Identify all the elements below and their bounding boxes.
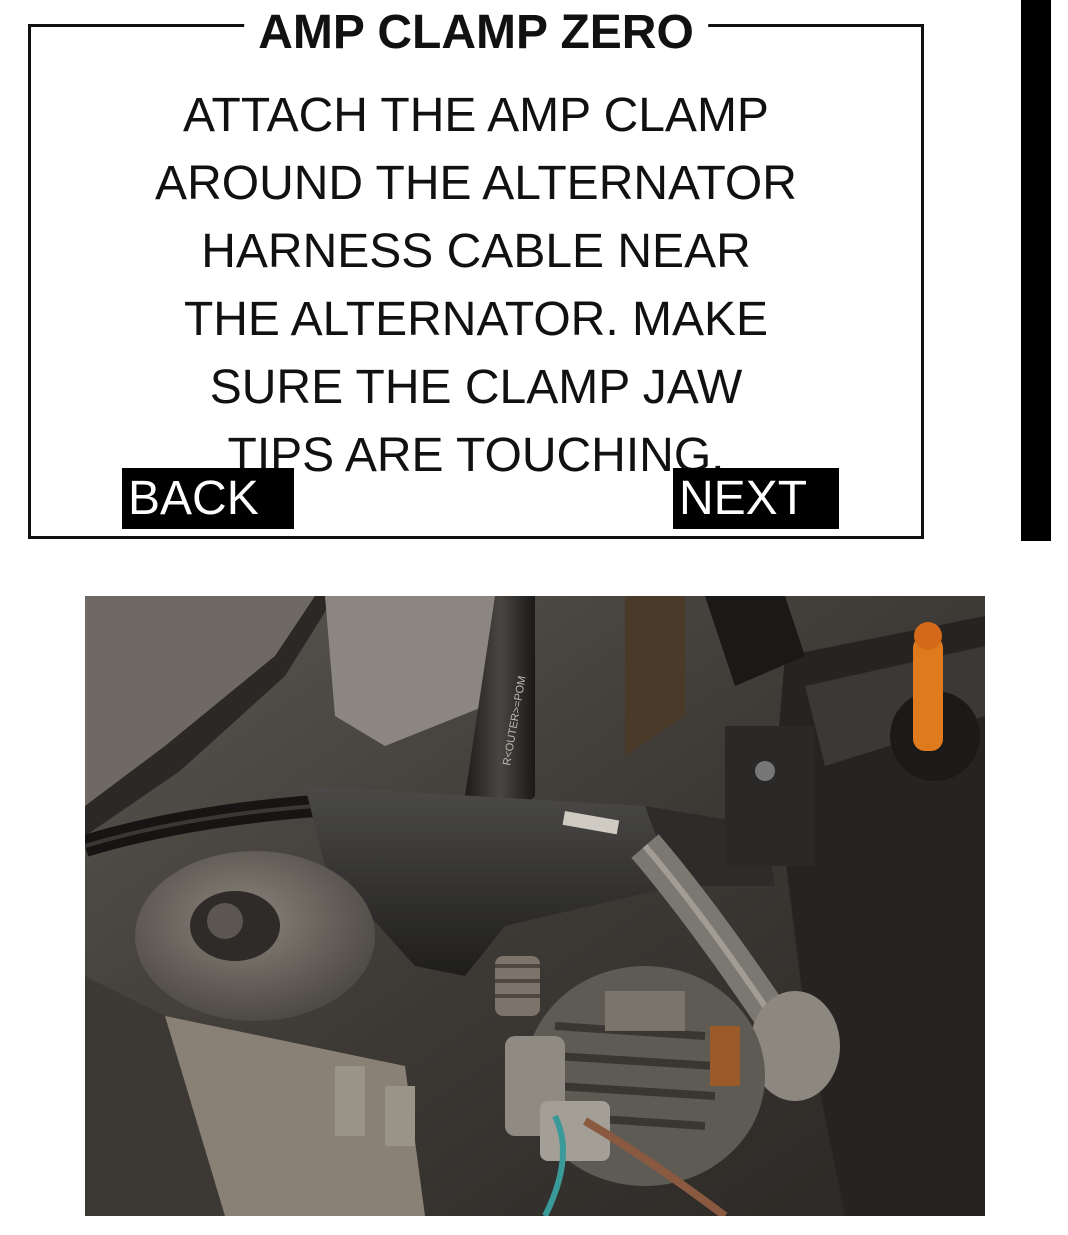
- instruction-line: SURE THE CLAMP JAW: [209, 361, 743, 414]
- instruction-line: HARNESS CABLE NEAR: [201, 225, 751, 278]
- side-bar: [1021, 0, 1051, 541]
- instruction-text: ATTACH THE AMP CLAMP AROUND THE ALTERNAT…: [31, 82, 921, 490]
- next-button[interactable]: NEXT: [673, 468, 839, 529]
- back-button[interactable]: BACK: [122, 468, 294, 529]
- engine-bay-photo: R<OUTER>=POM: [85, 596, 985, 1216]
- bracket: [725, 726, 815, 866]
- instruction-line: ATTACH THE AMP CLAMP: [183, 89, 769, 142]
- instruction-screen: AMP CLAMP ZERO ATTACH THE AMP CLAMP AROU…: [28, 7, 924, 539]
- oil-dipstick: [913, 636, 943, 751]
- screen-title: AMP CLAMP ZERO: [244, 7, 708, 59]
- instruction-line: AROUND THE ALTERNATOR: [155, 157, 797, 210]
- engine-bay-illustration: R<OUTER>=POM: [85, 596, 985, 1216]
- instruction-line: THE ALTERNATOR. MAKE: [183, 293, 769, 346]
